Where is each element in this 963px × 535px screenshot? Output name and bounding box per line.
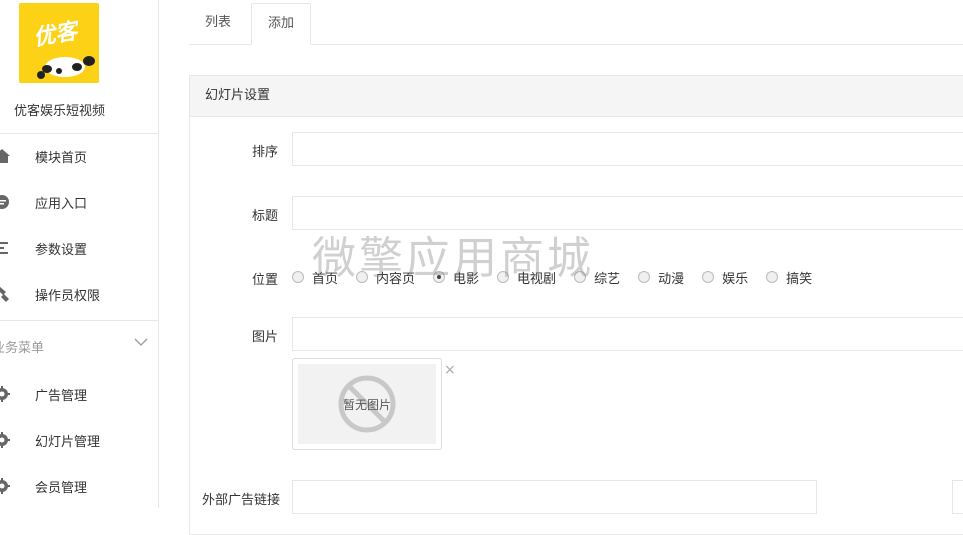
order-label: 排序 (251, 145, 278, 160)
radio-button[interactable] (497, 271, 510, 283)
tab-list[interactable]: 列表 (189, 3, 247, 45)
app-logo: 优客 (19, 3, 99, 83)
title-label: 标题 (251, 209, 278, 224)
divider (0, 320, 158, 321)
chevron-down-icon[interactable] (134, 337, 148, 347)
sidebar-item-label: 广告管理 (35, 388, 88, 404)
radio-movie[interactable]: 电影 (433, 268, 479, 287)
radio-button[interactable] (702, 271, 715, 283)
sidebar: 优客 优客娱乐短视频 模块首页 应用入口 参数设置 操作员权限 业务菜单 广告管… (0, 0, 159, 508)
sidebar-item-settings[interactable]: 参数设置 (0, 228, 158, 268)
radio-button[interactable] (356, 271, 369, 283)
home-icon (0, 149, 10, 163)
image-label: 图片 (251, 330, 278, 345)
key-icon (0, 286, 9, 302)
radio-button[interactable] (766, 271, 779, 283)
no-image-text: 暂无图片 (342, 398, 391, 412)
sidebar-item-label: 参数设置 (35, 242, 88, 258)
divider (0, 133, 158, 134)
menu-group-title[interactable]: 业务菜单 (0, 337, 44, 356)
gear-icon (0, 432, 10, 448)
sidebar-item-ads[interactable]: 广告管理 (0, 374, 158, 414)
sidebar-item-label: 应用入口 (35, 196, 88, 212)
radio-entertainment[interactable]: 娱乐 (702, 268, 748, 287)
position-radio-group: 首页 内容页 电影 电视剧 综艺 动漫 娱乐 搞笑 (292, 268, 830, 287)
sidebar-item-label: 操作员权限 (35, 288, 101, 304)
radio-button[interactable] (292, 271, 304, 283)
radio-button[interactable] (638, 271, 651, 283)
gear-icon (0, 478, 10, 494)
radio-tv-series[interactable]: 电视剧 (497, 268, 556, 287)
app-name: 优客娱乐短视频 (13, 104, 105, 119)
radio-button[interactable] (433, 271, 446, 283)
radio-funny[interactable]: 搞笑 (766, 268, 812, 287)
order-input[interactable] (292, 132, 963, 166)
image-preview[interactable]: 暂无图片 (292, 358, 442, 450)
sidebar-item-members[interactable]: 会员管理 (0, 466, 158, 506)
gear-icon (0, 386, 10, 402)
sidebar-item-label: 幻灯片管理 (35, 434, 101, 450)
image-input[interactable] (292, 317, 963, 351)
sidebar-item-app-entry[interactable]: 应用入口 (0, 182, 158, 222)
chat-icon (0, 195, 9, 209)
link-label: 外部广告链接 (201, 493, 280, 508)
radio-button[interactable] (574, 271, 587, 283)
radio-anime[interactable]: 动漫 (638, 268, 684, 287)
list-icon (0, 242, 8, 254)
remove-image-icon[interactable]: × (444, 362, 456, 378)
radio-home[interactable]: 首页 (292, 268, 338, 287)
tab-bar: 列表 添加 (189, 3, 963, 45)
sidebar-item-slides[interactable]: 幻灯片管理 (0, 420, 158, 460)
sidebar-item-label: 模块首页 (35, 150, 88, 166)
panel-title: 幻灯片设置 (190, 76, 963, 117)
logo-text: 优客 (31, 18, 82, 52)
title-input[interactable] (292, 196, 963, 230)
sidebar-item-label: 会员管理 (35, 480, 88, 496)
radio-variety[interactable]: 综艺 (574, 268, 620, 287)
radio-content-page[interactable]: 内容页 (356, 268, 415, 287)
link-addon[interactable] (952, 480, 963, 514)
position-label: 位置 (251, 273, 278, 288)
sidebar-item-operator-permissions[interactable]: 操作员权限 (0, 274, 158, 314)
link-input[interactable] (292, 480, 817, 514)
sidebar-item-home[interactable]: 模块首页 (0, 136, 158, 176)
tab-add[interactable]: 添加 (251, 3, 312, 45)
